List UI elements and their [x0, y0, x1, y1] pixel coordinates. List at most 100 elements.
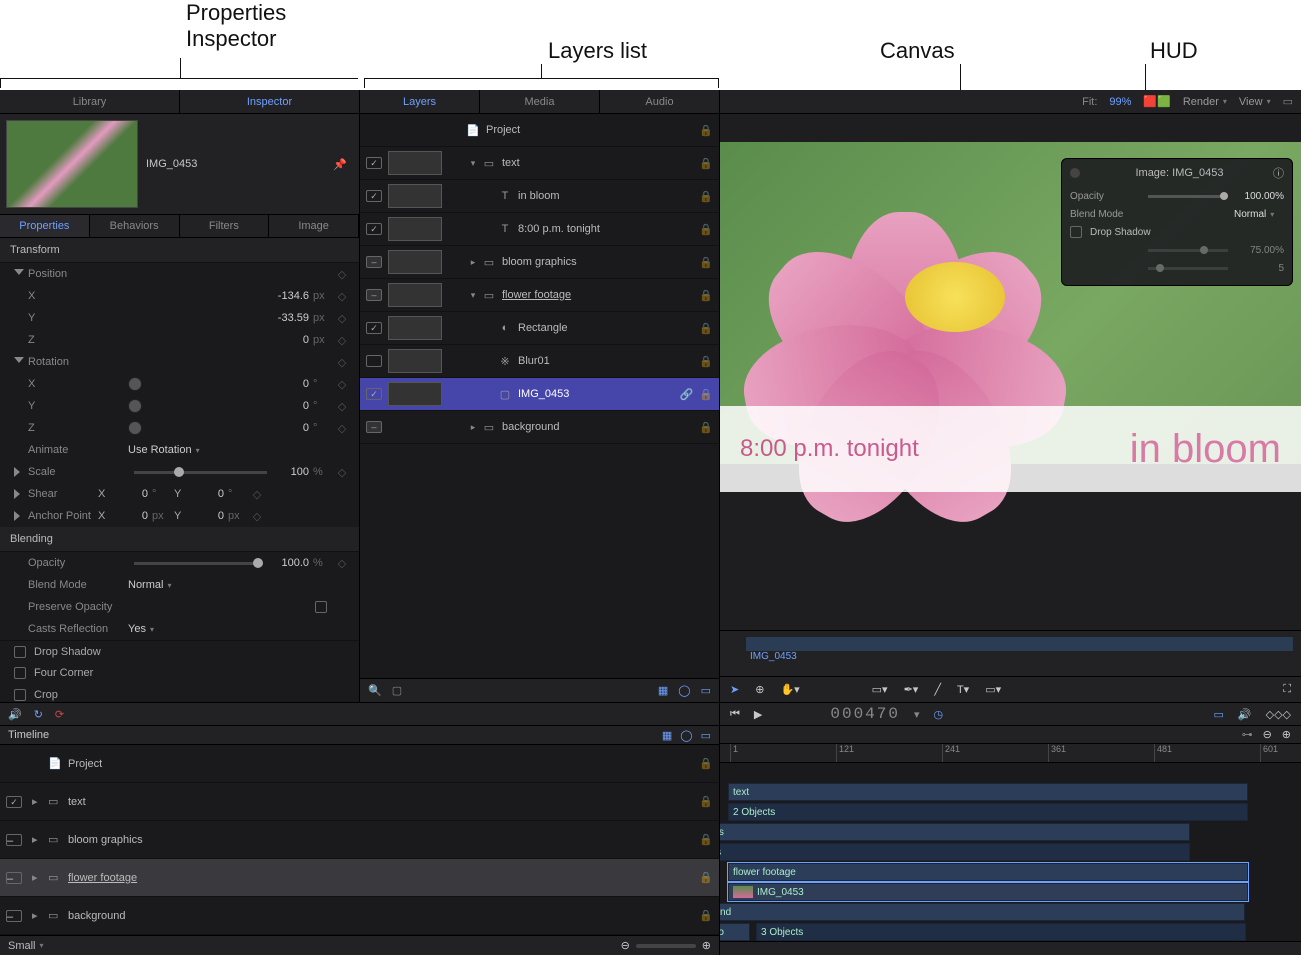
tab-layers[interactable]: Layers	[360, 90, 480, 113]
lock-icon[interactable]: 🔒	[699, 871, 713, 884]
hud-info-icon[interactable]: ⓘ	[1273, 165, 1284, 181]
pin-icon[interactable]: 📌	[333, 158, 353, 171]
layout-icon[interactable]: ▭	[1283, 95, 1293, 108]
prop-rotation-x[interactable]: X0°◇	[0, 373, 359, 395]
disclosure-icon[interactable]: ▸	[32, 833, 42, 846]
layer-name[interactable]: Rectangle	[518, 322, 699, 334]
subtab-properties[interactable]: Properties	[0, 215, 90, 237]
check-four-corner[interactable]: Four Corner	[0, 662, 359, 684]
lock-icon[interactable]: 🔒	[699, 909, 713, 922]
canvas-viewport[interactable]: 8:00 p.m. tonight in bloom Image: IMG_04…	[720, 114, 1301, 630]
disclosure-icon[interactable]: ▸	[468, 422, 478, 433]
prop-scale[interactable]: Scale100%◇	[0, 461, 359, 483]
track-text-objects[interactable]: 2 Objects	[728, 803, 1248, 821]
layer-name[interactable]: background	[502, 421, 699, 433]
prop-position[interactable]: Position◇	[0, 263, 359, 285]
tl-filter-icon[interactable]: ◯	[680, 729, 692, 742]
tl-view1-icon[interactable]: ▭	[1214, 708, 1224, 721]
prop-animate[interactable]: AnimateUse Rotation	[0, 439, 359, 461]
layer-enable-checkbox[interactable]: –	[366, 289, 382, 301]
timeline-row[interactable]: 📄Project🔒	[0, 745, 719, 783]
layer-row[interactable]: Tin bloom🔒	[360, 180, 719, 213]
text-tool-icon[interactable]: T▾	[957, 683, 969, 696]
prop-position-z[interactable]: Z0px◇	[0, 329, 359, 351]
layer-row[interactable]: T8:00 p.m. tonight🔒	[360, 213, 719, 246]
layer-row[interactable]: –▸▭background🔒	[360, 411, 719, 444]
track-text[interactable]: text	[728, 783, 1248, 801]
lock-icon[interactable]: 🔒	[699, 795, 713, 808]
render-menu[interactable]: Render	[1183, 96, 1227, 108]
disclosure-icon[interactable]: ▸	[468, 257, 478, 268]
layer-name[interactable]: 8:00 p.m. tonight	[518, 223, 699, 235]
timeline-row-name[interactable]: bloom graphics	[68, 834, 699, 846]
layer-row[interactable]: ◐Rectangle🔒	[360, 312, 719, 345]
timeline-row-name[interactable]: flower footage	[68, 872, 699, 884]
timeline-enable-checkbox[interactable]: –	[6, 872, 22, 884]
hud-opacity-value[interactable]: 100.00%	[1234, 191, 1284, 202]
tl-mask-icon[interactable]: ▭	[701, 729, 711, 742]
prop-anchor[interactable]: Anchor PointX0pxY0px◇	[0, 505, 359, 527]
track-graphics-objects[interactable]: bjects	[720, 843, 1190, 861]
mask-icon[interactable]: ▭	[701, 684, 711, 697]
disclosure-icon[interactable]: ▸	[32, 795, 42, 808]
tab-media[interactable]: Media	[480, 90, 600, 113]
snap-icon[interactable]: ⊶	[1242, 728, 1253, 741]
loop-icon[interactable]: ↻	[34, 708, 43, 721]
lock-icon[interactable]: 🔒	[699, 223, 713, 236]
link-icon[interactable]: 🔗	[680, 388, 694, 401]
lock-icon[interactable]: 🔒	[699, 190, 713, 203]
lock-icon[interactable]: 🔒	[699, 157, 713, 170]
view-menu[interactable]: View	[1239, 96, 1271, 108]
layer-name[interactable]: Blur01	[518, 355, 699, 367]
track-bg[interactable]: ckground	[720, 903, 1245, 921]
timeline-tracks[interactable]: text 2 Objects aphics bjects flower foot…	[720, 763, 1301, 941]
lock-icon[interactable]: 🔒	[699, 289, 713, 302]
timeline-ruler[interactable]: 1121241361481601	[720, 743, 1301, 763]
audio-icon[interactable]: 🔊	[8, 708, 22, 721]
subtab-image[interactable]: Image	[269, 215, 359, 237]
timeline-hscroll[interactable]	[720, 941, 1301, 955]
lock-icon[interactable]: 🔒	[699, 833, 713, 846]
layer-enable-checkbox[interactable]	[366, 190, 382, 202]
prop-shear[interactable]: ShearX0°Y0°◇	[0, 483, 359, 505]
subtab-behaviors[interactable]: Behaviors	[90, 215, 180, 237]
zoom-out-icon[interactable]: ⊖	[621, 939, 630, 952]
layer-name[interactable]: in bloom	[518, 190, 699, 202]
track-bloo[interactable]: bloo	[720, 923, 750, 941]
timeline-row[interactable]: –▸▭bloom graphics🔒	[0, 821, 719, 859]
prop-casts-reflection[interactable]: Casts ReflectionYes	[0, 618, 359, 640]
prop-rotation[interactable]: Rotation◇	[0, 351, 359, 373]
subtab-filters[interactable]: Filters	[180, 215, 270, 237]
clock-icon[interactable]: ◷	[934, 708, 944, 721]
lock-icon[interactable]: 🔒	[699, 388, 713, 401]
tab-inspector[interactable]: Inspector	[180, 90, 359, 113]
hud-drop-shadow-check[interactable]	[1070, 226, 1082, 238]
prop-position-x[interactable]: X-134.6px◇	[0, 285, 359, 307]
layer-row[interactable]: ※Blur01🔒	[360, 345, 719, 378]
lock-icon[interactable]: 🔒	[699, 421, 713, 434]
layer-row[interactable]: 📄Project🔒	[360, 114, 719, 147]
track-graphics[interactable]: aphics	[720, 823, 1190, 841]
go-to-start-icon[interactable]: ⏮	[730, 708, 740, 721]
tl-zoom-in-icon[interactable]: ⊕	[1282, 728, 1291, 741]
disclosure-icon[interactable]: ▸	[32, 871, 42, 884]
timeline-enable-checkbox[interactable]: –	[6, 834, 22, 846]
timeline-enable-checkbox[interactable]	[6, 796, 22, 808]
fullscreen-icon[interactable]: ⛶	[1283, 683, 1291, 696]
tab-library[interactable]: Library	[0, 90, 180, 113]
zoom-in-icon[interactable]: ⊕	[702, 939, 711, 952]
disclosure-icon[interactable]: ▾	[468, 158, 478, 169]
prop-rotation-z[interactable]: Z0°◇	[0, 417, 359, 439]
prop-preserve-opacity[interactable]: Preserve Opacity	[0, 596, 359, 618]
search-icon[interactable]: 🔍	[368, 684, 382, 697]
track-img[interactable]: IMG_0453	[728, 883, 1248, 901]
layer-name[interactable]: text	[502, 157, 699, 169]
layer-row[interactable]: –▸▭bloom graphics🔒	[360, 246, 719, 279]
disclosure-icon[interactable]: ▸	[32, 909, 42, 922]
track-bg-objects[interactable]: 3 Objects	[756, 923, 1246, 941]
timeline-row-name[interactable]: background	[68, 910, 699, 922]
layer-enable-checkbox[interactable]	[366, 223, 382, 235]
pan-tool-icon[interactable]: ✋▾	[780, 683, 799, 696]
lock-icon[interactable]: 🔒	[699, 322, 713, 335]
timeline-row-name[interactable]: text	[68, 796, 699, 808]
